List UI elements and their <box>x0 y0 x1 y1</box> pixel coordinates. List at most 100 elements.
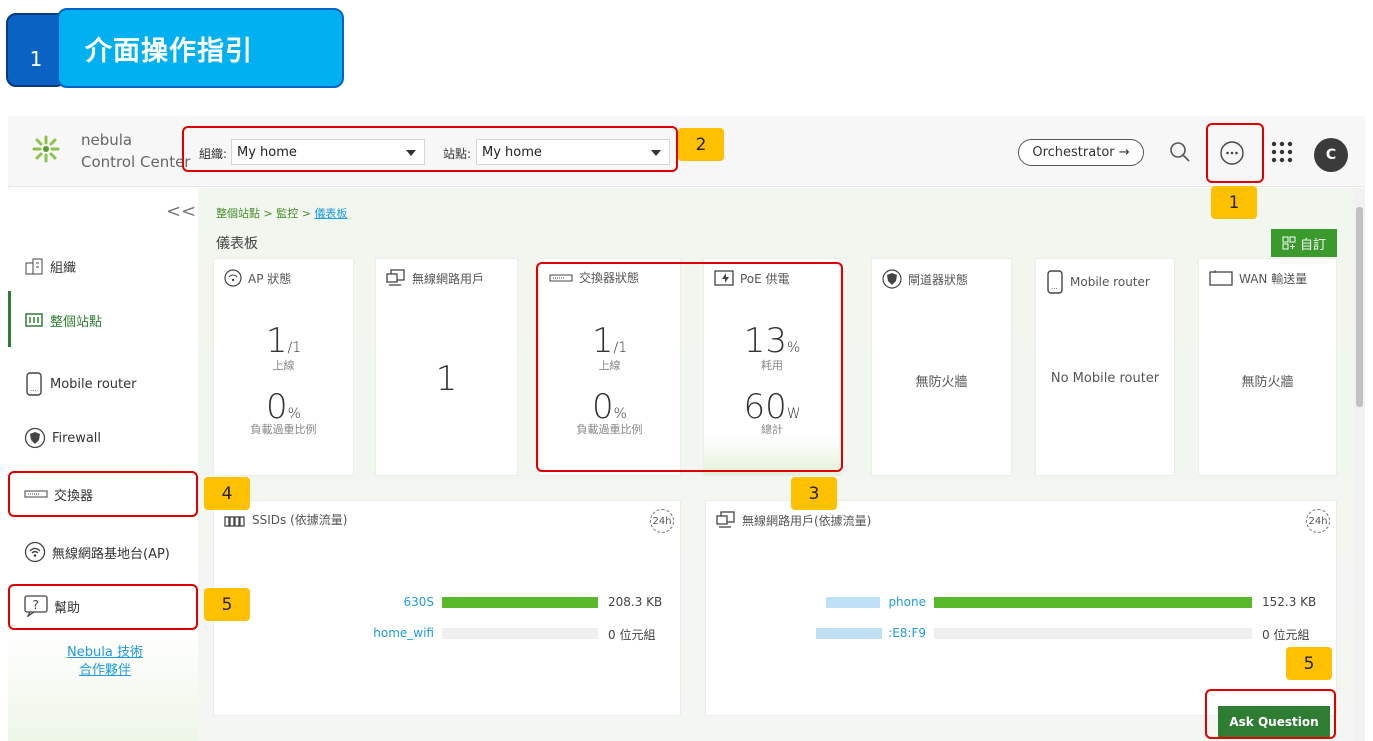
ssid-traffic-bar <box>442 597 598 608</box>
clients-icon <box>386 269 405 286</box>
sidebar-item-organization[interactable]: 組織 <box>8 246 198 286</box>
sidebar-item-label: Firewall <box>52 430 102 446</box>
wifi-icon <box>224 269 242 287</box>
breadcrumb: 整個站點 > 監控 > 儀表板 <box>216 205 347 221</box>
breadcrumb-separator: > <box>298 207 315 220</box>
breadcrumb-site[interactable]: 整個站點 <box>216 207 260 220</box>
card-title: WAN 輸送量 <box>1239 271 1308 286</box>
panel-title: SSIDs (依據流量) <box>252 513 348 527</box>
sidebar-item-label: 無線網路基地台(AP) <box>52 546 170 562</box>
sidebar-item-ap[interactable]: 無線網路基地台(AP) <box>8 532 198 572</box>
annotation-tag: 3 <box>791 477 837 510</box>
ssid-traffic-value: 208.3 KB <box>608 595 663 609</box>
card-title: Mobile router <box>1070 275 1150 289</box>
search-icon[interactable] <box>1168 140 1192 164</box>
ssid-name[interactable]: home_wifi <box>314 626 434 640</box>
panel-header: SSIDs (依據流量) <box>224 511 347 528</box>
client-traffic-value: 152.3 KB <box>1262 595 1317 609</box>
site-icon <box>25 313 43 327</box>
breadcrumb-monitor[interactable]: 監控 <box>276 207 298 220</box>
clients-icon <box>716 511 735 528</box>
customize-button[interactable]: 自訂 <box>1271 229 1337 257</box>
card-title: 無線網路用戶 <box>412 271 485 286</box>
annotation-box-more <box>1206 123 1264 183</box>
mobile-router-value: No Mobile router <box>1050 371 1160 386</box>
sidebar-item-mobile-router[interactable]: ... Mobile router <box>8 364 198 404</box>
breadcrumb-dashboard[interactable]: 儀表板 <box>314 207 347 220</box>
logo-text: nebula <box>81 131 133 149</box>
annotation-box-help <box>8 584 198 630</box>
wireless-clients-count: 1 <box>435 359 458 399</box>
orchestrator-button[interactable]: Orchestrator → <box>1018 139 1144 166</box>
wan-icon <box>1209 270 1233 286</box>
panel-header: 無線網路用戶(依據流量) <box>716 511 871 529</box>
sidebar-item-label: 組織 <box>50 260 77 276</box>
card-title: AP 狀態 <box>248 271 292 286</box>
section-title: 介面操作指引 <box>57 8 344 88</box>
panel-title: 無線網路用戶(依據流量) <box>742 513 872 528</box>
card-header: 閘道器狀態 <box>882 269 968 289</box>
mobile-router-icon: ... <box>1047 270 1063 294</box>
time-range-24h-icon[interactable]: 24h <box>1306 509 1330 533</box>
sidebar-item-label: 整個站點 <box>50 314 103 330</box>
ap-load-label: 負載過重比例 <box>250 423 317 436</box>
gateway-status-value: 無防火牆 <box>915 375 968 390</box>
building-icon <box>25 258 43 275</box>
sidebar-item-firewall[interactable]: Firewall <box>8 418 198 458</box>
annotation-tag: 1 <box>1211 186 1257 219</box>
ap-load-unit: % <box>287 406 301 422</box>
annotation-box-cards <box>536 262 843 472</box>
svg-text:...: ... <box>1051 283 1058 291</box>
scrollbar-thumb[interactable] <box>1356 207 1363 407</box>
collapse-sidebar-icon[interactable]: << <box>166 201 196 222</box>
client-traffic-bar <box>934 628 1252 639</box>
annotation-tag: 2 <box>678 128 724 161</box>
card-title: 閘道器狀態 <box>908 272 969 287</box>
ssid-name[interactable]: 630S <box>314 595 434 609</box>
avatar[interactable]: C <box>1314 138 1348 172</box>
annotation-box-selectors <box>182 126 678 172</box>
ssid-traffic-panel: SSIDs (依據流量) 24h 630S 208.3 KB home_wifi… <box>213 500 681 716</box>
annotation-box-ask <box>1205 689 1336 739</box>
wifi-icon <box>24 541 46 563</box>
nebula-partner-link[interactable]: Nebula 技術 合作夥伴 <box>40 644 170 680</box>
card-header: 無線網路用戶 <box>386 269 484 287</box>
app-grid-icon[interactable] <box>1270 140 1294 164</box>
sidebar-item-site[interactable]: 整個站點 <box>8 300 198 340</box>
client-traffic-panel: 無線網路用戶(依據流量) 24h phone 152.3 KB :E8:F9 0… <box>705 500 1337 716</box>
client-traffic-value: 0 位元組 <box>1262 628 1310 642</box>
card-header: ... Mobile router <box>1046 269 1150 295</box>
shield-icon <box>882 269 902 289</box>
breadcrumb-separator: > <box>260 207 277 220</box>
mobile-router-card[interactable]: ... Mobile router No Mobile router <box>1035 258 1175 476</box>
ap-online-num: 1 <box>265 321 288 361</box>
ssid-traffic-bar-fill <box>442 597 598 608</box>
ssid-traffic-bar <box>442 628 598 639</box>
nebula-partner-link-line2: 合作夥伴 <box>78 663 131 678</box>
shield-icon <box>24 427 46 449</box>
ssid-icon <box>224 515 245 527</box>
ap-status-card[interactable]: AP 狀態 1/1 上線 0% 負載過重比例 <box>213 258 354 476</box>
page-title: 儀表板 <box>216 236 258 252</box>
gateway-status-card[interactable]: 閘道器狀態 無防火牆 <box>871 258 1012 476</box>
ap-online-den: /1 <box>287 340 302 356</box>
annotation-tag: 4 <box>204 477 250 510</box>
time-range-24h-icon[interactable]: 24h <box>650 509 674 533</box>
customize-label: 自訂 <box>1299 237 1326 253</box>
client-traffic-bar <box>934 597 1252 608</box>
wireless-clients-card[interactable]: 無線網路用戶 1 <box>375 258 518 476</box>
logo-subtext: Control Center <box>81 153 191 171</box>
sidebar-item-label: Mobile router <box>50 376 137 392</box>
client-name[interactable]: :E8:F9 <box>856 626 926 640</box>
wan-throughput-card[interactable]: WAN 輸送量 無防火牆 <box>1198 258 1337 476</box>
ssid-traffic-value: 0 位元組 <box>608 628 656 642</box>
card-header: AP 狀態 <box>224 269 291 287</box>
card-header: WAN 輸送量 <box>1209 269 1307 287</box>
nebula-logo-icon <box>32 135 60 163</box>
mobile-router-icon: ... <box>26 372 42 396</box>
client-traffic-bar-fill <box>934 597 1252 608</box>
annotation-tag: 5 <box>1286 647 1332 680</box>
annotation-tag: 5 <box>204 588 250 621</box>
customize-grid-icon <box>1282 236 1296 250</box>
client-name[interactable]: phone <box>856 595 926 609</box>
